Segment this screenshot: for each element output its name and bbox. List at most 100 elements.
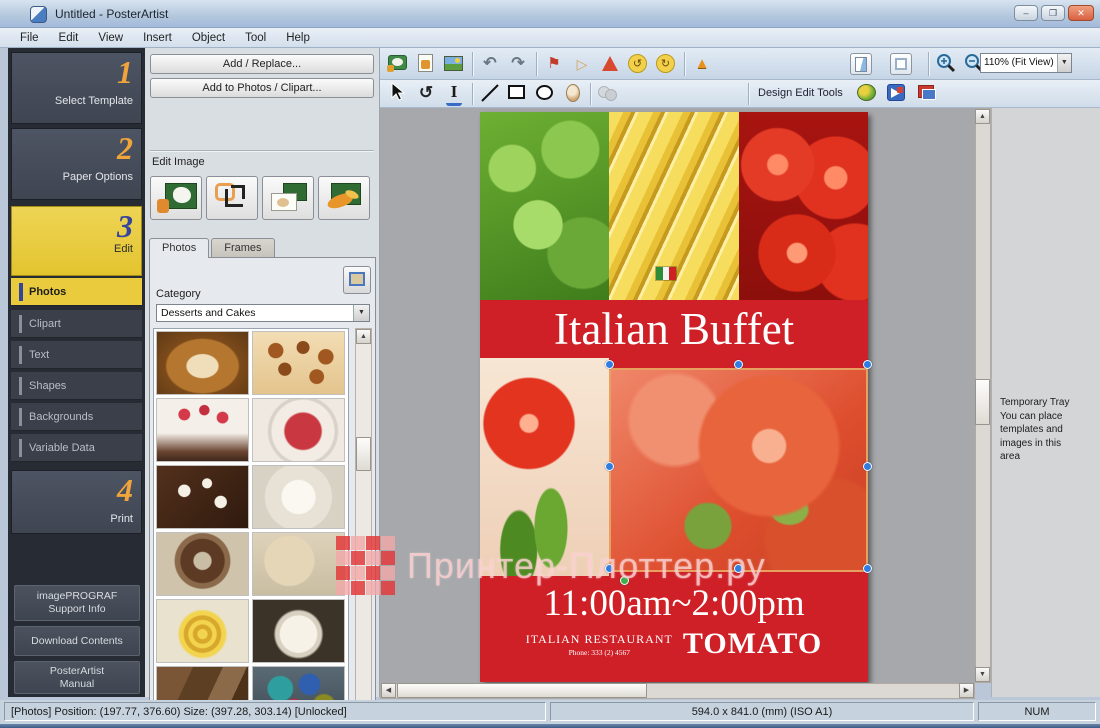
rotate-left-button[interactable]: ↺	[626, 52, 650, 76]
sidebar-item-shapes[interactable]: Shapes	[11, 372, 142, 400]
variable-data-tool-icon[interactable]	[886, 82, 910, 106]
photo-thumbnail[interactable]	[156, 398, 249, 462]
rotate-handle[interactable]	[620, 576, 629, 585]
photo-grid-scrollbar[interactable]: ▲ ▼	[355, 328, 372, 728]
close-button[interactable]: ✕	[1068, 5, 1094, 21]
selection-handle-top-left[interactable]	[605, 360, 614, 369]
restaurant-name[interactable]: TOMATO	[683, 627, 822, 661]
photo-thumbnail[interactable]	[156, 331, 249, 395]
trim-tool-button[interactable]	[206, 176, 258, 220]
ellipse-tool-icon[interactable]	[534, 82, 558, 106]
restaurant-phone[interactable]: Phone: 333 (2) 4567	[526, 648, 673, 657]
tomatoes-photo[interactable]	[739, 112, 868, 300]
select-tool-icon[interactable]	[386, 82, 410, 106]
rotate-right-button[interactable]: ↻	[654, 52, 678, 76]
photo-thumbnail[interactable]	[156, 465, 249, 529]
chevron-down-icon[interactable]: ▼	[1057, 54, 1071, 72]
step-paper-options[interactable]: 2 Paper Options	[11, 128, 142, 200]
poster-title-band[interactable]: Italian Buffet	[480, 300, 868, 358]
stamp-tool-icon[interactable]	[562, 82, 586, 106]
photo-library-button[interactable]	[442, 52, 466, 76]
paper-view-button[interactable]	[850, 53, 872, 75]
scroll-right-icon[interactable]: ▶	[959, 683, 974, 698]
photo-thumbnail[interactable]	[252, 532, 345, 596]
selection-handle-top-right[interactable]	[863, 360, 872, 369]
scrollbar-thumb[interactable]	[356, 437, 371, 471]
add-image-button[interactable]	[386, 52, 410, 76]
scroll-left-icon[interactable]: ◀	[381, 683, 396, 698]
selection-handle-mid-right[interactable]	[863, 462, 872, 471]
flip-vertical-button[interactable]: ▷	[570, 52, 594, 76]
sidebar-item-backgrounds[interactable]: Backgrounds	[11, 403, 142, 431]
photo-thumbnail[interactable]	[252, 331, 345, 395]
category-dropdown[interactable]: Desserts and Cakes ▼	[156, 304, 370, 322]
step-edit[interactable]: 3 Edit	[11, 206, 142, 276]
tab-photos[interactable]: Photos	[149, 238, 209, 258]
step-select-template[interactable]: 1 Select Template	[11, 52, 142, 124]
redo-button[interactable]: ↷	[506, 52, 530, 76]
selection-handle-bottom-left[interactable]	[605, 564, 614, 573]
insert-template-button[interactable]	[414, 52, 438, 76]
menu-insert[interactable]: Insert	[133, 30, 182, 46]
flip-horizontal-button[interactable]: ⚑	[542, 52, 566, 76]
sidebar-item-photos[interactable]: Photos	[11, 278, 142, 306]
photo-thumbnail[interactable]	[252, 599, 345, 663]
design-canvas[interactable]: Italian Buffet 11:00am~2:00pm ITALIAN RE…	[380, 108, 975, 683]
poster-page[interactable]: Italian Buffet 11:00am~2:00pm ITALIAN RE…	[480, 112, 868, 682]
photo-thumbnail[interactable]	[156, 599, 249, 663]
background-remove-tool-icon[interactable]	[856, 82, 880, 106]
cutout-tool-button[interactable]	[150, 176, 202, 220]
line-tool-icon[interactable]	[478, 82, 502, 106]
step-print[interactable]: 4 Print	[11, 470, 142, 534]
menu-tool[interactable]: Tool	[235, 30, 276, 46]
poster-title[interactable]: Italian Buffet	[554, 303, 794, 355]
rotate-tool-icon[interactable]: ↺	[414, 82, 438, 106]
canvas-horizontal-scrollbar[interactable]: ◀ ▶	[380, 683, 975, 699]
posterartist-manual-button[interactable]: PosterArtist Manual	[14, 661, 140, 694]
rotate-object-button[interactable]	[598, 52, 622, 76]
temporary-tray[interactable]: Temporary Tray You can place templates a…	[991, 108, 1100, 697]
undo-button[interactable]: ↶	[478, 52, 502, 76]
menu-edit[interactable]: Edit	[49, 30, 89, 46]
scroll-down-icon[interactable]: ▼	[975, 667, 990, 682]
poster-hours[interactable]: 11:00am~2:00pm	[480, 582, 868, 625]
frame-tool-button[interactable]	[262, 176, 314, 220]
add-replace-button[interactable]: Add / Replace...	[150, 54, 374, 74]
sidebar-item-clipart[interactable]: Clipart	[11, 310, 142, 338]
download-contents-button[interactable]: Download Contents	[14, 626, 140, 656]
sidebar-item-variable-data[interactable]: Variable Data	[11, 434, 142, 462]
add-to-photos-clipart-button[interactable]: Add to Photos / Clipart...	[150, 78, 374, 98]
scroll-up-icon[interactable]: ▲	[356, 329, 371, 344]
lettuce-photo[interactable]	[480, 112, 609, 300]
zoom-level-combobox[interactable]: 110% (Fit View) ▼	[980, 53, 1072, 73]
maximize-button[interactable]: ❐	[1041, 5, 1065, 21]
minimize-button[interactable]: –	[1014, 5, 1038, 21]
photo-thumbnail[interactable]	[156, 532, 249, 596]
selection-handle-top-center[interactable]	[734, 360, 743, 369]
scrollbar-thumb[interactable]	[397, 683, 647, 698]
menu-help[interactable]: Help	[276, 30, 320, 46]
restaurant-label[interactable]: ITALIAN RESTAURANT	[526, 632, 673, 647]
chevron-down-icon[interactable]: ▼	[353, 305, 369, 321]
zoom-in-icon[interactable]	[934, 52, 958, 76]
rectangle-tool-icon[interactable]	[506, 82, 530, 106]
menu-object[interactable]: Object	[182, 30, 235, 46]
thumbnail-view-button[interactable]	[343, 266, 371, 294]
effects-cone-button[interactable]: ▲	[690, 52, 714, 76]
canvas-vertical-scrollbar[interactable]: ▲ ▼	[975, 108, 991, 683]
photo-thumbnail[interactable]	[252, 465, 345, 529]
tab-frames[interactable]: Frames	[211, 238, 274, 258]
tomato-pea-photo[interactable]	[480, 358, 609, 576]
scroll-up-icon[interactable]: ▲	[975, 109, 990, 124]
selected-tomato-slice-photo[interactable]	[609, 368, 868, 572]
retouch-tool-button[interactable]	[318, 176, 370, 220]
frame-style-button[interactable]	[890, 53, 912, 75]
photo-edit-tool-icon[interactable]	[916, 82, 940, 106]
poster-info-band[interactable]: 11:00am~2:00pm ITALIAN RESTAURANT Phone:…	[480, 576, 868, 682]
selection-handle-bottom-right[interactable]	[863, 564, 872, 573]
menu-view[interactable]: View	[88, 30, 133, 46]
pattern-tool-icon[interactable]	[596, 82, 620, 106]
menu-file[interactable]: File	[10, 30, 49, 46]
text-tool-icon[interactable]: I	[446, 82, 462, 106]
italian-flag-icon[interactable]	[655, 266, 677, 281]
